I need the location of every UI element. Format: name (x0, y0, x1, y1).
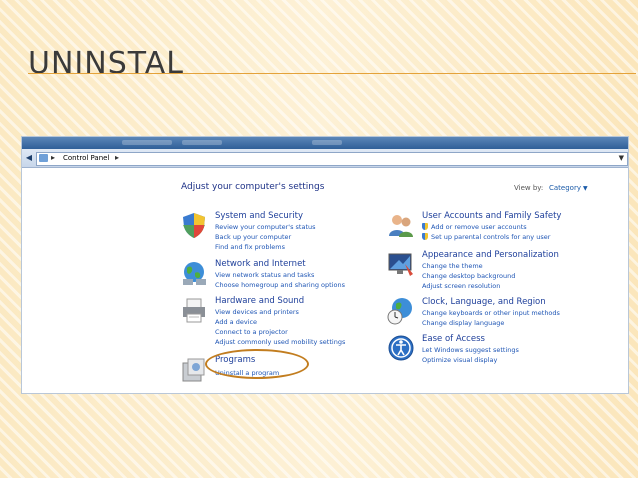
category-link[interactable]: Find and fix problems (215, 243, 285, 251)
category-link[interactable]: Adjust commonly used mobility settings (215, 338, 345, 346)
category-link-label: Add or remove user accounts (431, 223, 527, 231)
category-clock-language-region: Clock, Language, and Region Change keybo… (387, 297, 627, 329)
view-by-value: Category (549, 184, 581, 192)
window-titlebar (22, 137, 628, 149)
category-link[interactable]: Choose homegroup and sharing options (215, 281, 345, 289)
address-field[interactable]: ▸ Control Panel ▸ ▼ (36, 152, 628, 166)
programs-icon (182, 358, 205, 382)
category-link[interactable]: View devices and printers (215, 308, 299, 316)
category-link[interactable]: Connect to a projector (215, 328, 288, 336)
view-by-dropdown[interactable]: Category ▼ (549, 184, 588, 192)
control-panel-icon (39, 154, 48, 162)
category-title[interactable]: Appearance and Personalization (422, 250, 559, 260)
category-system-and-security: System and Security Review your computer… (180, 211, 380, 251)
category-link[interactable]: Adjust screen resolution (422, 282, 500, 290)
uac-shield-icon (422, 223, 428, 230)
category-link[interactable]: Review your computer's status (215, 223, 316, 231)
category-link[interactable]: Change desktop background (422, 272, 515, 280)
ease-of-access-icon (388, 335, 414, 361)
printer-icon (183, 298, 205, 323)
category-link[interactable]: Optimize visual display (422, 356, 497, 364)
highlight-circle (205, 349, 309, 379)
category-hardware-and-sound: Hardware and Sound View devices and prin… (180, 296, 380, 346)
category-title[interactable]: Hardware and Sound (215, 296, 304, 306)
category-link[interactable]: Change keyboards or other input methods (422, 309, 560, 317)
address-dropdown-icon[interactable]: ▼ (619, 154, 624, 162)
category-title[interactable]: Clock, Language, and Region (422, 297, 546, 307)
breadcrumb-chevron-icon[interactable]: ▸ (115, 153, 119, 162)
category-link[interactable]: Add or remove user accounts (422, 223, 527, 231)
category-network-and-internet: Network and Internet View network status… (180, 259, 380, 291)
address-bar: ◀ ▸ Control Panel ▸ ▼ (22, 149, 628, 168)
chevron-down-icon: ▼ (582, 185, 588, 192)
breadcrumb-separator-icon[interactable]: ▸ (51, 153, 55, 162)
category-title[interactable]: Network and Internet (215, 259, 306, 269)
category-title[interactable]: System and Security (215, 211, 303, 221)
category-title[interactable]: User Accounts and Family Safety (422, 211, 561, 221)
category-link[interactable]: Back up your computer (215, 233, 291, 241)
category-ease-of-access: Ease of Access Let Windows suggest setti… (387, 334, 627, 366)
category-link[interactable]: Change the theme (422, 262, 483, 270)
category-title[interactable]: Ease of Access (422, 334, 485, 344)
category-link[interactable]: Let Windows suggest settings (422, 346, 519, 354)
category-user-accounts: User Accounts and Family Safety Add or r… (387, 211, 627, 245)
slide-title: UNINSTAL (28, 46, 184, 81)
control-panel-window: ◀ ▸ Control Panel ▸ ▼ Adjust your comput… (22, 137, 628, 393)
view-by-label: View by: (514, 184, 544, 192)
monitor-icon (388, 253, 413, 276)
shield-icon (183, 213, 205, 238)
category-appearance-and-personalization: Appearance and Personalization Change th… (387, 250, 627, 290)
category-link-label: Set up parental controls for any user (431, 233, 551, 241)
back-arrow-icon[interactable]: ◀ (24, 153, 34, 163)
category-link[interactable]: Change display language (422, 319, 504, 327)
category-link[interactable]: View network status and tasks (215, 271, 314, 279)
network-globe-icon (183, 262, 206, 285)
users-icon (389, 215, 413, 237)
page-heading: Adjust your computer's settings (181, 182, 325, 192)
clock-globe-icon (387, 298, 412, 325)
title-underline (28, 73, 636, 74)
category-link[interactable]: Set up parental controls for any user (422, 233, 550, 241)
breadcrumb-control-panel[interactable]: Control Panel (63, 153, 109, 164)
uac-shield-icon (422, 233, 428, 240)
category-link[interactable]: Add a device (215, 318, 257, 326)
